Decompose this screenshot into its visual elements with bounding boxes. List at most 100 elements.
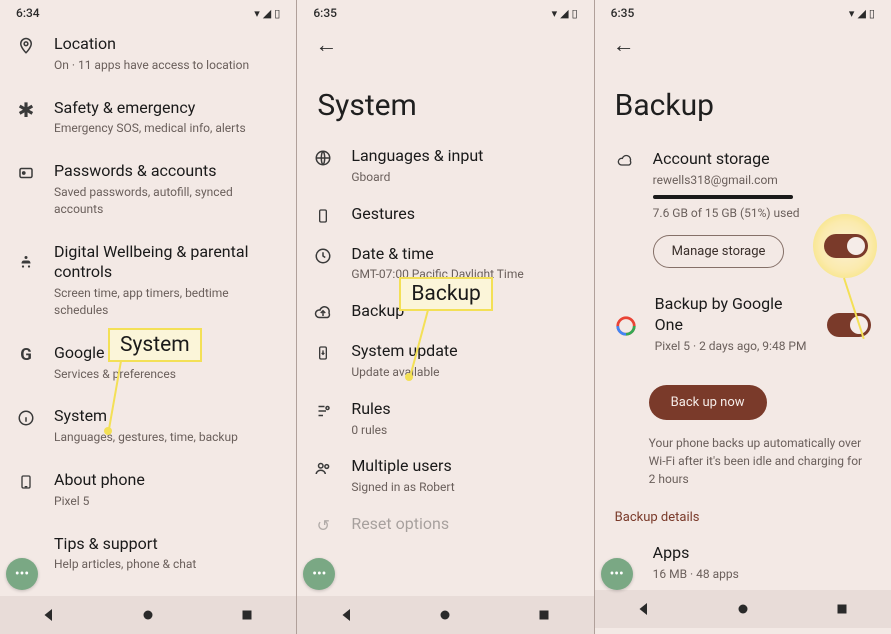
system-date[interactable]: Date & time GMT-07:00 Pacific Daylight T… bbox=[297, 235, 593, 293]
key-icon bbox=[16, 163, 36, 183]
nav-bar bbox=[595, 590, 891, 628]
setting-title: System bbox=[54, 406, 278, 427]
settings-passwords[interactable]: Passwords & accounts Saved passwords, au… bbox=[0, 149, 296, 229]
google-icon: G bbox=[16, 345, 36, 365]
system-screen: 6:35 ▾ ◢ ▯ ← System Languages & input Gb… bbox=[297, 0, 594, 634]
status-bar: 6:35 ▾ ◢ ▯ bbox=[595, 0, 891, 22]
settings-location[interactable]: Location On · 11 apps have access to loc… bbox=[0, 22, 296, 86]
settings-screen: 6:34 ▾ ◢ ▯ Location On · 11 apps have ac… bbox=[0, 0, 297, 634]
storage-bar bbox=[653, 195, 793, 199]
nav-bar bbox=[0, 596, 296, 634]
users-icon bbox=[313, 458, 333, 478]
page-title: Backup bbox=[595, 62, 891, 137]
setting-sub: Pixel 5 bbox=[54, 493, 278, 510]
storage-usage: 7.6 GB of 15 GB (51%) used bbox=[653, 205, 871, 222]
system-list: Languages & input Gboard Gestures Date &… bbox=[297, 137, 593, 596]
settings-tips[interactable]: Tips & support Help articles, phone & ch… bbox=[0, 522, 296, 586]
home-nav-icon[interactable] bbox=[436, 606, 454, 624]
globe-icon bbox=[313, 148, 333, 168]
google-one-toggle[interactable] bbox=[827, 313, 871, 337]
setting-title: System update bbox=[351, 341, 575, 362]
system-reset[interactable]: ↺ Reset options bbox=[297, 505, 593, 545]
assistant-fab[interactable]: ••• bbox=[6, 558, 38, 590]
settings-google[interactable]: G Google Services & preferences bbox=[0, 331, 296, 395]
reset-icon: ↺ bbox=[313, 516, 333, 536]
settings-safety[interactable]: ✱ Safety & emergency Emergency SOS, medi… bbox=[0, 86, 296, 150]
settings-about[interactable]: About phone Pixel 5 bbox=[0, 458, 296, 522]
setting-title: Languages & input bbox=[351, 146, 575, 167]
manage-storage-button[interactable]: Manage storage bbox=[653, 235, 785, 268]
back-arrow-icon[interactable]: ← bbox=[613, 33, 635, 58]
signal-icon: ◢ bbox=[857, 7, 865, 20]
setting-title: Backup bbox=[351, 301, 575, 322]
wellbeing-icon bbox=[16, 252, 36, 272]
wifi-icon: ▾ bbox=[552, 7, 558, 20]
backup-details-header: Backup details bbox=[595, 492, 891, 531]
home-nav-icon[interactable] bbox=[139, 606, 157, 624]
setting-title: Reset options bbox=[351, 514, 575, 535]
account-storage-row[interactable]: Account storage rewells318@gmail.com 7.6… bbox=[595, 137, 891, 276]
system-users[interactable]: Multiple users Signed in as Robert bbox=[297, 447, 593, 505]
wifi-icon: ▾ bbox=[849, 7, 855, 20]
setting-sub: Services & preferences bbox=[54, 366, 278, 383]
setting-sub: Update available bbox=[351, 364, 575, 381]
storage-label: Account storage bbox=[653, 149, 871, 170]
setting-title: Safety & emergency bbox=[54, 98, 278, 119]
setting-sub: Screen time, app timers, bedtime schedul… bbox=[54, 285, 278, 319]
home-nav-icon[interactable] bbox=[734, 600, 752, 618]
setting-sub: Help articles, phone & chat bbox=[54, 556, 278, 573]
phone-icon bbox=[16, 472, 36, 492]
clock: 6:34 bbox=[16, 6, 40, 20]
setting-title: Google bbox=[54, 343, 278, 364]
backup-now-button[interactable]: Back up now bbox=[649, 385, 767, 420]
backup-help-text: Your phone backs up automatically over W… bbox=[595, 420, 891, 492]
cloud-icon bbox=[615, 151, 635, 171]
system-backup[interactable]: Backup bbox=[297, 292, 593, 332]
system-languages[interactable]: Languages & input Gboard bbox=[297, 137, 593, 195]
back-arrow-icon[interactable]: ← bbox=[315, 33, 337, 58]
back-nav-icon[interactable] bbox=[40, 606, 58, 624]
signal-icon: ◢ bbox=[263, 7, 271, 20]
setting-title: Multiple users bbox=[351, 456, 575, 477]
recents-nav-icon[interactable] bbox=[535, 606, 553, 624]
battery-icon: ▯ bbox=[869, 7, 875, 20]
location-icon bbox=[16, 36, 36, 56]
settings-system[interactable]: System Languages, gestures, time, backup bbox=[0, 394, 296, 458]
setting-sub: Gboard bbox=[351, 169, 575, 186]
setting-sub: Languages, gestures, time, backup bbox=[54, 429, 278, 446]
clock-icon bbox=[313, 246, 333, 266]
setting-sub: Emergency SOS, medical info, alerts bbox=[54, 120, 278, 137]
setting-sub: 0 rules bbox=[351, 422, 575, 439]
recents-nav-icon[interactable] bbox=[833, 600, 851, 618]
backup-apps-row[interactable]: Apps 16 MB · 48 apps bbox=[595, 531, 891, 591]
battery-icon: ▯ bbox=[274, 7, 280, 20]
recents-nav-icon[interactable] bbox=[238, 606, 256, 624]
setting-sub: On · 11 apps have access to location bbox=[54, 57, 278, 74]
apps-title: Apps bbox=[653, 543, 871, 564]
backup-google-one-row: Backup by Google One Pixel 5 · 2 days ag… bbox=[595, 276, 891, 362]
system-update[interactable]: System update Update available bbox=[297, 332, 593, 390]
back-nav-icon[interactable] bbox=[338, 606, 356, 624]
system-rules[interactable]: Rules 0 rules bbox=[297, 390, 593, 448]
clock: 6:35 bbox=[611, 6, 635, 20]
setting-title: Passwords & accounts bbox=[54, 161, 278, 182]
rules-icon bbox=[313, 401, 333, 421]
clock: 6:35 bbox=[313, 6, 337, 20]
system-gestures[interactable]: Gestures bbox=[297, 195, 593, 235]
assistant-fab[interactable]: ••• bbox=[601, 558, 633, 590]
status-bar: 6:34 ▾ ◢ ▯ bbox=[0, 0, 296, 22]
status-icons: ▾ ◢ ▯ bbox=[849, 7, 875, 20]
status-icons: ▾ ◢ ▯ bbox=[254, 7, 280, 20]
page-title: System bbox=[297, 62, 593, 137]
setting-title: Location bbox=[54, 34, 278, 55]
setting-sub: GMT-07:00 Pacific Daylight Time bbox=[351, 266, 575, 283]
google-one-sub: Pixel 5 · 2 days ago, 9:48 PM bbox=[655, 338, 809, 355]
storage-account: rewells318@gmail.com bbox=[653, 172, 871, 189]
gestures-icon bbox=[313, 206, 333, 226]
info-icon bbox=[16, 408, 36, 428]
settings-wellbeing[interactable]: Digital Wellbeing & parental controls Sc… bbox=[0, 230, 296, 331]
setting-title: Gestures bbox=[351, 204, 575, 225]
setting-sub: Saved passwords, autofill, synced accoun… bbox=[54, 184, 278, 218]
back-nav-icon[interactable] bbox=[635, 600, 653, 618]
cloud-upload-icon bbox=[313, 303, 333, 323]
